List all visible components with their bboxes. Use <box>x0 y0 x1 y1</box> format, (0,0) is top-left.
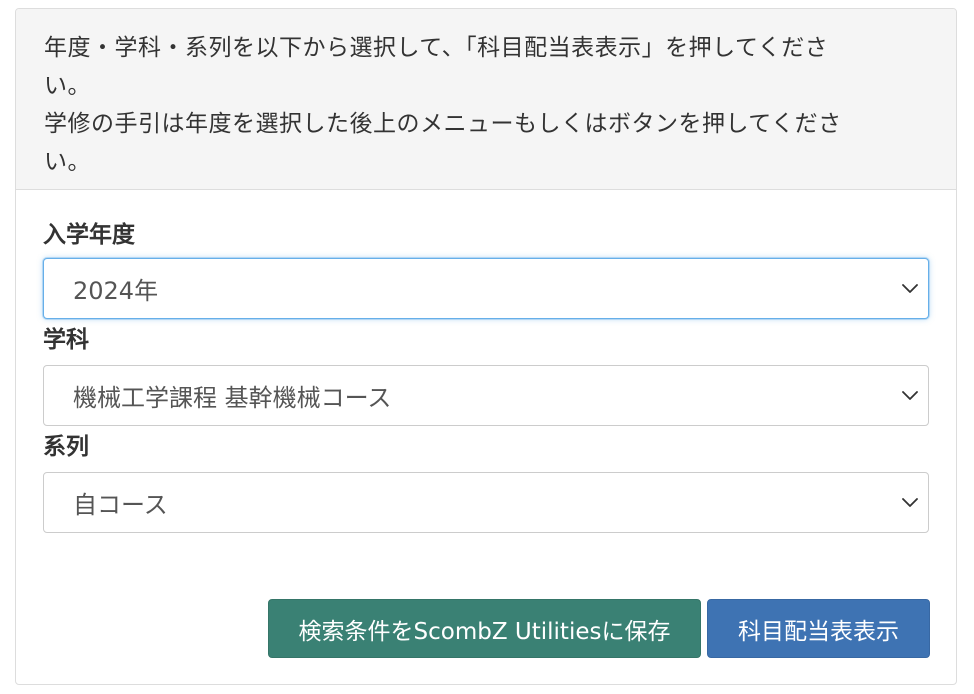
show-course-table-button[interactable]: 科目配当表表示 <box>707 599 930 658</box>
year-label: 入学年度 <box>43 222 135 248</box>
department-label: 学科 <box>43 327 89 353</box>
department-select[interactable]: 機械工学課程 基幹機械コース <box>43 365 929 426</box>
instruction-line: 学修の手引は年度を選択した後上のメニューもしくはボタンを押してくださ <box>44 111 842 137</box>
chevron-down-icon <box>900 279 920 299</box>
instruction-line: い。 <box>44 73 91 99</box>
department-select-value: 機械工学課程 基幹機械コース <box>73 384 392 412</box>
year-select[interactable]: 2024年 <box>43 258 929 319</box>
series-label: 系列 <box>43 434 89 460</box>
chevron-down-icon <box>900 493 920 513</box>
chevron-down-icon <box>900 386 920 406</box>
form-actions: 検索条件をScombZ Utilitiesに保存 科目配当表表示 <box>16 599 956 659</box>
year-select-value: 2024年 <box>73 277 159 305</box>
instruction-line: い。 <box>44 149 91 175</box>
form-body: 入学年度 2024年 学科 機械工学課程 基幹機械コース 系列 自コース <box>16 190 956 533</box>
save-search-conditions-button[interactable]: 検索条件をScombZ Utilitiesに保存 <box>268 599 701 658</box>
instructions-panel: 年度・学科・系列を以下から選択して、「科目配当表表示」を押してくださ い。 学修… <box>16 9 956 190</box>
series-select-value: 自コース <box>73 491 168 519</box>
series-select[interactable]: 自コース <box>43 472 929 533</box>
instruction-line: 年度・学科・系列を以下から選択して、「科目配当表表示」を押してくださ <box>44 35 829 61</box>
form-panel: 年度・学科・系列を以下から選択して、「科目配当表表示」を押してくださ い。 学修… <box>15 8 957 685</box>
